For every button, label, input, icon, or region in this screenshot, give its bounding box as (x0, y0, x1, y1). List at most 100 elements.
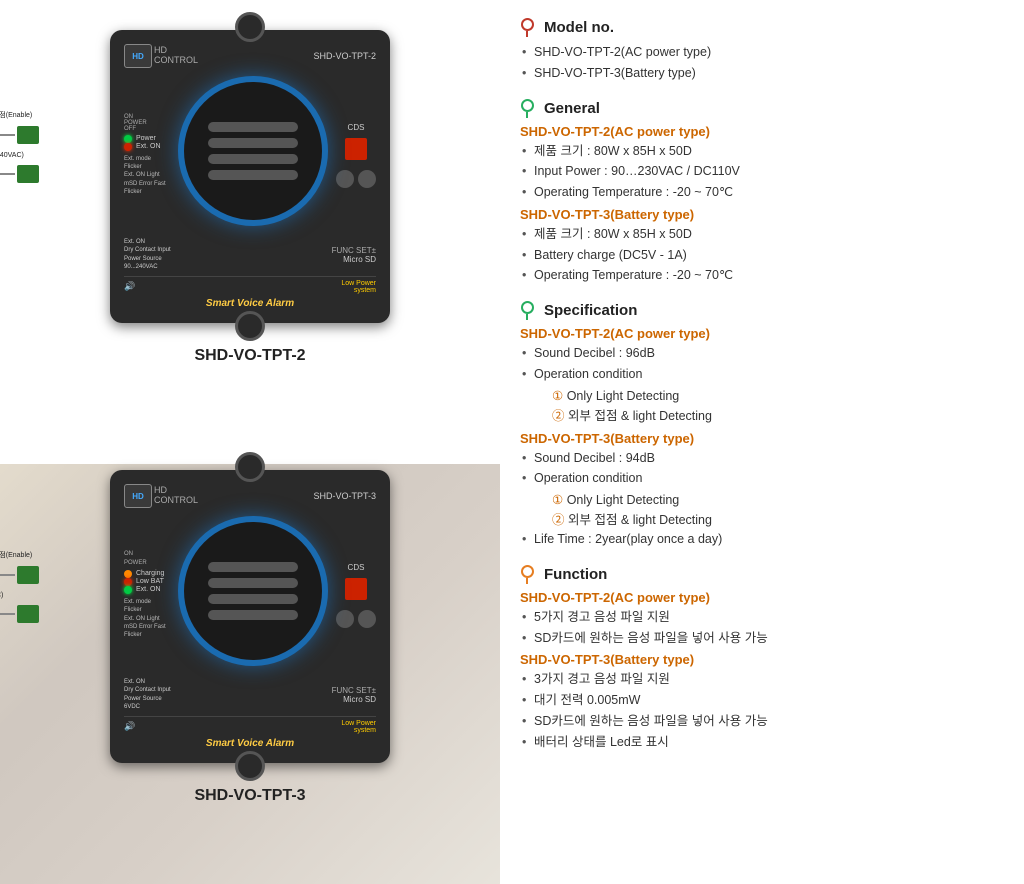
ext-on2-label-1: Ext. ON (124, 238, 171, 246)
device1-mount-bottom (235, 311, 265, 341)
spec-item-2-1: Sound Decibel : 94dB (534, 449, 1004, 468)
pin-icon-general (520, 99, 534, 118)
device2-func-micro: FUNC SET± Micro SD (332, 686, 376, 704)
msd-label-1: mSD Error Fast Flicker (124, 180, 170, 197)
func-item-2-2: 대기 전력 0.005mW (534, 691, 1004, 710)
device1-main-area: ON POWER OFF Power Ext. ON (124, 76, 376, 234)
device1-dial (178, 76, 328, 226)
device2-wiring: 외부접점(Enable) (6VDC) (0, 550, 39, 623)
device2-charging-row: Charging (124, 570, 170, 578)
dry-contact-label-2: Dry Contact Input (124, 686, 171, 694)
pin-icon-spec (520, 301, 534, 320)
slot-2c (208, 594, 298, 604)
device2-ext-row: Ext. ON (124, 586, 170, 594)
device1-wiring: 외부접점(Enable) (90...240VAC) (0, 110, 39, 183)
wire-line-1 (0, 134, 15, 136)
spec-item-1-1: Sound Decibel : 96dB (534, 344, 1004, 363)
model-no-header: Model no. (520, 18, 1004, 37)
condition-num-2: ② (552, 409, 568, 423)
pin-tail-spec (526, 314, 529, 320)
func-list-2: 3가지 경고 음성 파일 지원 대기 전력 0.005mW SD카드에 원하는 … (520, 670, 1004, 751)
pin-icon-function (520, 565, 534, 584)
device2-bottom-row: 🔊 Low Power system (124, 716, 376, 734)
device2-on-off: ONPOWER (124, 550, 170, 567)
device2-detail-labels: Ext. ON Dry Contact Input Power Source 6… (124, 678, 171, 712)
ext-mode-label-2: Ext. mode Flicker (124, 598, 170, 615)
device2-sound-icon: 🔊 (124, 721, 135, 732)
spec-item-lifetime: Life Time : 2year(play once a day) (534, 530, 1004, 549)
device1-box: HD HDCONTROL SHD-VO-TPT-2 ON POWER OFF (110, 30, 390, 323)
model-item-2: SHD-VO-TPT-3(Battery type) (534, 64, 1004, 83)
device1-dial-area (178, 76, 328, 234)
pin-tail-model (526, 31, 529, 37)
slot-2b (208, 578, 298, 588)
device2-dial-area (178, 516, 328, 674)
device2-mount-bottom (235, 751, 265, 781)
spec-list-2: Sound Decibel : 94dB Operation condition (520, 449, 1004, 489)
device2-wiring1-label: 외부접점(Enable) (0, 550, 39, 560)
ext-on-light-label-1: Ext. ON Light (124, 171, 170, 179)
general-item-2-3: Operating Temperature : -20 ~ 70℃ (534, 266, 1004, 285)
led-ext-1 (124, 143, 132, 151)
power-source-label-1: Power Source (124, 255, 171, 263)
device1-header: HD HDCONTROL SHD-VO-TPT-2 (124, 44, 376, 68)
slot-1a (208, 122, 298, 132)
device2-mount-top (235, 452, 265, 482)
wire-connector-2 (17, 165, 39, 183)
device1-power-label: Power (136, 135, 156, 142)
hd-logo-2: HD HDCONTROL (124, 484, 198, 508)
section-function: Function SHD-VO-TPT-2(AC power type) 5가지… (520, 565, 1004, 752)
general-title: General (544, 100, 600, 117)
spec-title: Specification (544, 302, 637, 319)
dry-contact-label-1: Dry Contact Input (124, 246, 171, 254)
device1-func-row: Ext. ON Dry Contact Input Power Source 9… (124, 238, 376, 272)
device1-flicker-labels: Ext. mode Flicker Ext. ON Light mSD Erro… (124, 155, 170, 197)
msd-label-2: mSD Error Fast Flicker (124, 623, 170, 640)
power-range-label-1: 90...240VAC (124, 263, 171, 271)
device1-func-micro: FUNC SET± Micro SD (332, 246, 376, 264)
spec-header: Specification (520, 301, 1004, 320)
device2-box: HD HDCONTROL SHD-VO-TPT-3 ONPOWER Chargi… (110, 470, 390, 763)
cds-circle-2a (336, 610, 354, 628)
section-specification: Specification SHD-VO-TPT-2(AC power type… (520, 301, 1004, 549)
func-item-2-1: 3가지 경고 음성 파일 지원 (534, 670, 1004, 689)
device2-cds-circles (336, 610, 376, 628)
logo-text-2: HDCONTROL (154, 486, 198, 506)
device2-cds-area: CDS (336, 563, 376, 628)
device1-box-wrapper: HD HDCONTROL SHD-VO-TPT-2 ON POWER OFF (110, 30, 390, 323)
power-source-label-2: Power Source (124, 695, 171, 703)
func-list-1: 5가지 경고 음성 파일 지원 SD카드에 원하는 음성 파일을 넣어 사용 가… (520, 608, 1004, 648)
condition-2-2: ② 외부 접점 & light Detecting (536, 510, 1004, 530)
pin-head-spec (521, 301, 534, 314)
device1-mount-top (235, 12, 265, 42)
function-title: Function (544, 566, 607, 583)
func-item-2-3: SD카드에 원하는 음성 파일을 넣어 사용 가능 (534, 712, 1004, 731)
section-model-no: Model no. SHD-VO-TPT-2(AC power type) SH… (520, 18, 1004, 83)
device1-bottom-row: 🔊 Low Power system (124, 276, 376, 294)
pin-tail-function (526, 578, 529, 584)
general-sub-title-1: SHD-VO-TPT-2(AC power type) (520, 124, 1004, 139)
right-panel: Model no. SHD-VO-TPT-2(AC power type) SH… (500, 0, 1024, 884)
wire-connector-1 (17, 126, 39, 144)
condition-1-2: ② 외부 접점 & light Detecting (536, 406, 1004, 426)
pin-tail-general (526, 112, 529, 118)
device1-low-power: Low Power system (341, 280, 376, 294)
spec-sub-title-1: SHD-VO-TPT-2(AC power type) (520, 326, 1004, 341)
wire-line-2 (0, 173, 15, 175)
func-item-2-4: 배터리 상태를 Led로 표시 (534, 733, 1004, 752)
condition-num-3: ① (552, 493, 567, 507)
spec-conditions-1: ① Only Light Detecting ② 외부 접점 & light D… (520, 386, 1004, 426)
slot-1d (208, 170, 298, 180)
model-no-title: Model no. (544, 19, 614, 36)
device2-cds-red (345, 578, 367, 600)
slot-2d (208, 610, 298, 620)
device1-detail-labels: Ext. ON Dry Contact Input Power Source 9… (124, 238, 171, 272)
section-general: General SHD-VO-TPT-2(AC power type) 제품 크… (520, 99, 1004, 286)
ext-on-light-label-2: Ext. ON Light (124, 615, 170, 623)
wire-line-3 (0, 574, 15, 576)
cds-circle-1a (336, 170, 354, 188)
ext-mode-label-1: Ext. mode Flicker (124, 155, 170, 172)
func-sub-title-1: SHD-VO-TPT-2(AC power type) (520, 590, 1004, 605)
func-set-label-2: FUNC SET± (332, 686, 376, 695)
general-list-2: 제품 크기 : 80W x 85H x 50D Battery charge (… (520, 225, 1004, 285)
